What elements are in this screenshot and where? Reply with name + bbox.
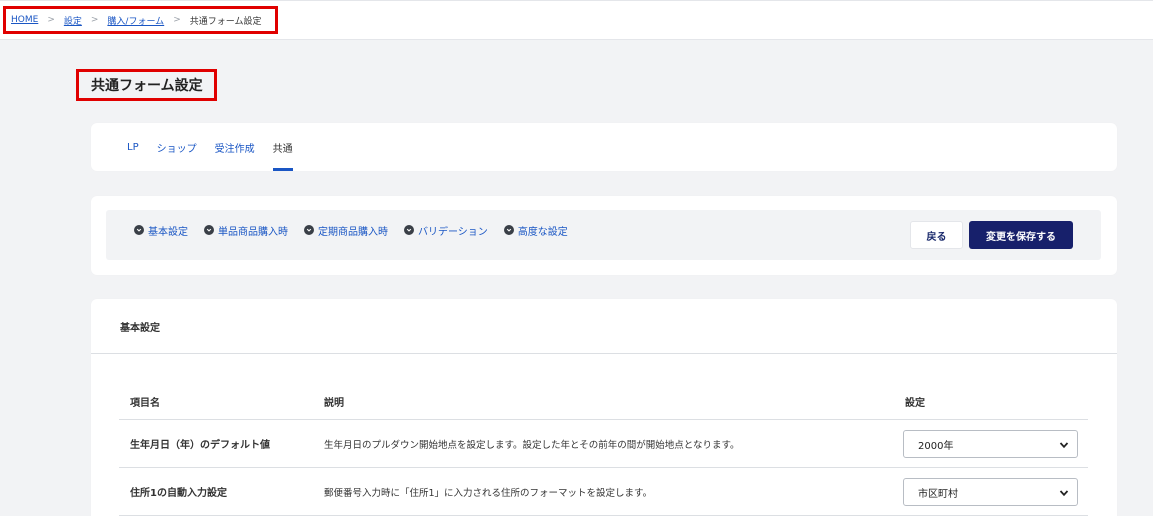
section-nav-card: 基本設定 単品商品購入時 定期商品購入時 バリデーション 高度な設定 戻る 変更… — [91, 196, 1117, 275]
table-row: 住所1の自動入力設定 郵便番号入力時に「住所1」に入力される住所のフォーマットを… — [119, 468, 1088, 516]
breadcrumb-purchase-form-link[interactable]: 購入/フォーム — [107, 14, 164, 27]
breadcrumb-home-link[interactable]: HOME — [11, 15, 38, 25]
form-tabs: LP ショップ 受注作成 共通 — [127, 123, 311, 171]
setting-description: 生年月日のプルダウン開始地点を設定します。設定した年とその前年の間が開始地点とな… — [324, 439, 740, 451]
form-tabs-card: LP ショップ 受注作成 共通 — [91, 123, 1117, 171]
anchor-label: 基本設定 — [148, 226, 188, 238]
setting-description: 郵便番号入力時に「住所1」に入力される住所のフォーマットを設定します。 — [324, 487, 653, 499]
section-title: 基本設定 — [91, 299, 1117, 354]
breadcrumb-separator: > — [47, 15, 55, 25]
chevron-down-circle-icon — [134, 225, 144, 235]
anchor-links: 基本設定 単品商品購入時 定期商品購入時 バリデーション 高度な設定 — [134, 210, 584, 250]
chevron-down-circle-icon — [404, 225, 414, 235]
anchor-subscription-purchase[interactable]: 定期商品購入時 — [304, 223, 388, 238]
chevron-down-icon — [1059, 490, 1069, 497]
anchor-label: バリデーション — [418, 226, 488, 238]
anchor-label: 単品商品購入時 — [218, 226, 288, 238]
birth-year-default-select[interactable]: 2000年 — [903, 430, 1078, 458]
select-value: 2000年 — [918, 440, 954, 452]
column-header-name: 項目名 — [130, 398, 160, 409]
breadcrumb-separator: > — [90, 15, 99, 25]
basic-settings-card: 基本設定 項目名 説明 設定 生年月日（年）のデフォルト値 生年月日のプルダウン… — [91, 299, 1117, 516]
setting-name: 住所1の自動入力設定 — [130, 488, 227, 499]
back-button[interactable]: 戻る — [910, 221, 963, 249]
save-changes-button[interactable]: 変更を保存する — [969, 221, 1073, 249]
breadcrumb: HOME > 設定 > 購入/フォーム > 共通フォーム設定 — [3, 6, 279, 34]
chevron-down-icon — [1059, 442, 1069, 449]
anchor-label: 高度な設定 — [517, 226, 568, 238]
breadcrumb-current: 共通フォーム設定 — [189, 16, 262, 27]
tab-lp[interactable]: LP — [127, 123, 139, 171]
select-value: 市区町村 — [918, 488, 958, 500]
anchor-validation[interactable]: バリデーション — [404, 223, 488, 238]
anchor-single-purchase[interactable]: 単品商品購入時 — [204, 223, 288, 238]
anchor-basic-settings[interactable]: 基本設定 — [134, 223, 188, 238]
chevron-down-circle-icon — [503, 225, 514, 235]
table-row: 生年月日（年）のデフォルト値 生年月日のプルダウン開始地点を設定します。設定した… — [119, 420, 1088, 468]
chevron-down-circle-icon — [304, 225, 314, 235]
top-bar: HOME > 設定 > 購入/フォーム > 共通フォーム設定 — [0, 0, 1153, 40]
table-header-row: 項目名 説明 設定 — [119, 384, 1088, 420]
anchor-advanced-settings[interactable]: 高度な設定 — [503, 223, 568, 238]
column-header-setting: 設定 — [905, 398, 925, 409]
tab-common[interactable]: 共通 — [272, 123, 293, 171]
settings-table: 項目名 説明 設定 生年月日（年）のデフォルト値 生年月日のプルダウン開始地点を… — [119, 384, 1088, 516]
breadcrumb-settings-link[interactable]: 設定 — [64, 14, 82, 27]
anchor-label: 定期商品購入時 — [318, 226, 388, 238]
address1-autofill-select[interactable]: 市区町村 — [903, 478, 1078, 506]
tab-shop[interactable]: ショップ — [157, 123, 197, 171]
tab-order-create[interactable]: 受注作成 — [215, 123, 255, 171]
page-title: 共通フォーム設定 — [76, 69, 217, 101]
top-divider — [0, 0, 1153, 1]
section-nav-bar: 基本設定 単品商品購入時 定期商品購入時 バリデーション 高度な設定 戻る 変更… — [106, 210, 1101, 260]
setting-name: 生年月日（年）のデフォルト値 — [130, 440, 270, 451]
chevron-down-circle-icon — [204, 225, 214, 235]
column-header-description: 説明 — [324, 398, 344, 409]
breadcrumb-separator: > — [173, 15, 181, 25]
